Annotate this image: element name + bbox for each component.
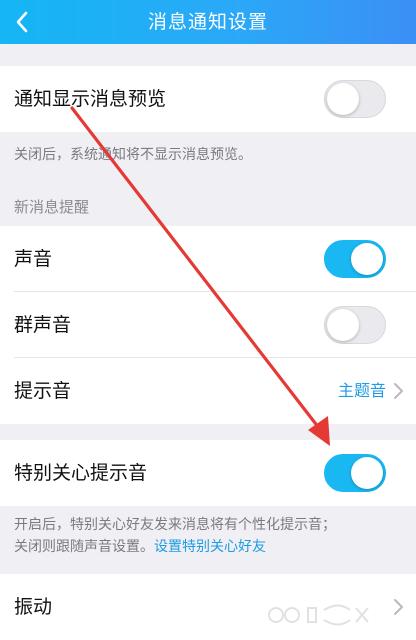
page-title: 消息通知设置: [147, 11, 268, 33]
special-care-toggle[interactable]: [324, 454, 386, 492]
chevron-right-icon: [394, 599, 403, 615]
preview-toggle[interactable]: [324, 80, 386, 118]
chevron-right-icon: [394, 383, 403, 399]
notification-settings-screen: 消息通知设置 通知显示消息预览 关闭后，系统通知将不显示消息预览。 新消息提醒 …: [0, 0, 416, 640]
special-care-note: 开启后，特别关心好友发来消息将有个性化提示音； 关闭则跟随声音设置。设置特别关心…: [14, 514, 336, 558]
toggle-knob: [351, 243, 383, 275]
special-care-label: 特别关心提示音: [14, 462, 148, 484]
special-care-friends-link[interactable]: 设置特别关心好友: [154, 539, 266, 555]
sound-toggle[interactable]: [324, 240, 386, 278]
group-sound-toggle[interactable]: [324, 306, 386, 344]
tone-label: 提示音: [14, 380, 72, 402]
group-sound-label: 群声音: [14, 314, 72, 336]
preview-row[interactable]: 通知显示消息预览: [0, 66, 416, 132]
tone-row[interactable]: 提示音 主题音: [0, 358, 416, 424]
section-title-new-message: 新消息提醒: [14, 198, 90, 216]
preview-note: 关闭后，系统通知将不显示消息预览。: [14, 147, 252, 163]
special-care-note-line2-wrap: 关闭则跟随声音设置。设置特别关心好友: [14, 536, 336, 558]
toggle-knob: [327, 309, 359, 341]
sound-label: 声音: [14, 248, 53, 270]
toggle-knob: [327, 83, 359, 115]
special-care-note-line1: 开启后，特别关心好友发来消息将有个性化提示音；: [14, 517, 336, 533]
sound-row[interactable]: 声音: [0, 226, 416, 292]
preview-label: 通知显示消息预览: [14, 88, 167, 110]
special-care-row[interactable]: 特别关心提示音: [0, 440, 416, 506]
watermark-logo: [268, 604, 369, 626]
group-sound-row[interactable]: 群声音: [0, 292, 416, 358]
tone-value[interactable]: 主题音: [338, 358, 386, 424]
vibrate-label: 振动: [14, 596, 53, 618]
top-bar: 消息通知设置: [0, 0, 416, 44]
toggle-knob: [351, 457, 383, 489]
special-care-note-line2: 关闭则跟随声音设置。: [14, 539, 154, 555]
